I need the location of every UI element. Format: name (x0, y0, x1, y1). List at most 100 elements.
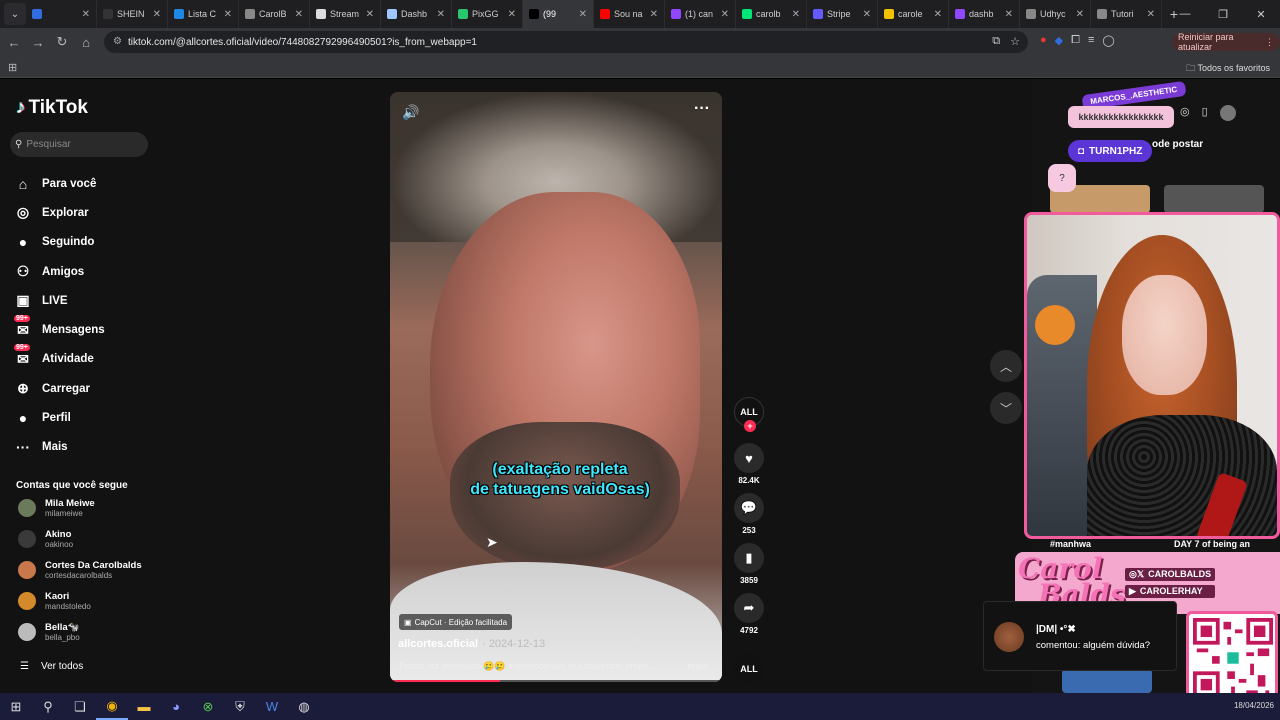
browser-tab[interactable]: Tutori ✕ (1091, 0, 1162, 28)
video-author[interactable]: allcortes.oficial · 2024-12-13 (398, 638, 545, 650)
sidebar-item-home[interactable]: ⌂ Para você (14, 169, 154, 198)
tab-close-icon[interactable]: ✕ (82, 9, 90, 20)
thumbnail-caption-right[interactable]: DAY 7 of being an (1174, 539, 1250, 549)
browser-tab[interactable]: CarolB ✕ (239, 0, 310, 28)
sidebar-item-friends[interactable]: ⚇ Amigos (14, 257, 154, 286)
volume-icon[interactable]: 🔊 (402, 104, 419, 121)
tab-close-icon[interactable]: ✕ (934, 9, 942, 20)
user-avatar-icon[interactable] (1219, 105, 1236, 121)
following-account[interactable]: Akino oakinoo (18, 524, 158, 554)
apps-grid-icon[interactable]: ⊞ (8, 61, 17, 74)
browser-tab[interactable]: Lista C ✕ (168, 0, 239, 28)
file-explorer-icon[interactable]: ▬ (128, 693, 160, 720)
site-info-icon[interactable]: ⚙ (113, 36, 122, 47)
see-all-button[interactable]: ☰ Ver todos (20, 661, 83, 672)
tab-search-button[interactable]: ⌄ (4, 3, 26, 25)
sidebar-item-profile[interactable]: ● Perfil (14, 403, 154, 432)
sidebar-item-upload[interactable]: ⊕ Carregar (14, 374, 154, 403)
video-player[interactable]: (exaltação repleta de tatuagens vaidOsas… (390, 92, 722, 682)
following-account[interactable]: Bella🐄 bella_pbo (18, 617, 158, 647)
extensions-puzzle-icon[interactable]: ⧠ (1071, 34, 1080, 47)
video-progress-bar[interactable] (390, 680, 722, 682)
sidebar-item-compass[interactable]: ◎ Explorar (14, 198, 154, 227)
home-icon[interactable]: ⌂ (74, 35, 98, 50)
bookmark-star-icon[interactable]: ☆ (1010, 35, 1020, 48)
following-account[interactable]: Kaori mandstoledo (18, 586, 158, 616)
phone-icon[interactable]: ▯ (1202, 105, 1208, 121)
tab-close-icon[interactable]: ✕ (650, 9, 658, 20)
chrome-icon[interactable]: ◉ (96, 693, 128, 720)
tab-close-icon[interactable]: ✕ (1147, 9, 1155, 20)
tab-close-icon[interactable]: ✕ (295, 9, 303, 20)
video-more-icon[interactable]: ··· (694, 100, 710, 118)
browser-tab[interactable]: carolb ✕ (736, 0, 807, 28)
music-disc[interactable]: ALL (734, 654, 764, 684)
sidebar-item-activity[interactable]: ✉ 99+ Atividade (14, 344, 154, 374)
browser-tab[interactable]: dashb ✕ (949, 0, 1020, 28)
reload-icon[interactable]: ↻ (50, 34, 74, 50)
xbox-icon[interactable]: ⊗ (192, 693, 224, 720)
tab-close-icon[interactable]: ✕ (508, 9, 516, 20)
browser-tab[interactable]: (1) can ✕ (665, 0, 736, 28)
browser-tab[interactable]: Stream ✕ (310, 0, 381, 28)
follow-plus-icon[interactable]: + (744, 420, 756, 432)
minimize-icon[interactable]: — (1166, 0, 1204, 28)
tab-close-icon[interactable]: ✕ (1005, 9, 1013, 20)
thumbnail[interactable] (1164, 185, 1264, 213)
all-bookmarks-button[interactable]: 🗀 Todos os favoritos (1186, 61, 1270, 77)
capcut-badge[interactable]: ▣ CapCut · Edição facilitada (399, 614, 513, 630)
profile-icon[interactable]: ◯ (1102, 34, 1114, 47)
url-field[interactable]: ⚙ tiktok.com/@allcortes.oficial/video/74… (104, 31, 1028, 53)
sidebar-item-following[interactable]: ● Seguindo (14, 228, 154, 257)
tab-close-icon[interactable]: ✕ (153, 9, 161, 20)
obs-icon[interactable]: ◍ (288, 693, 320, 720)
tab-close-icon[interactable]: ✕ (721, 9, 729, 20)
following-account[interactable]: Cortes Da Carolbalds cortesdacarolbalds (18, 555, 158, 585)
following-account[interactable]: Mila Meiwe milameiwe (18, 493, 158, 523)
word-icon[interactable]: W (256, 693, 288, 720)
browser-tab[interactable]: Stripe ✕ (807, 0, 878, 28)
thumbnail-caption-left[interactable]: #manhwa (1050, 539, 1091, 549)
tab-close-icon[interactable]: ✕ (1076, 9, 1084, 20)
share-button[interactable]: ➦ (734, 593, 764, 623)
browser-tab[interactable]: (99 ✕ (523, 0, 594, 28)
extension-red-icon[interactable]: ● (1040, 34, 1047, 47)
install-app-icon[interactable]: ⧉ (992, 35, 1000, 48)
tab-close-icon[interactable]: ✕ (792, 9, 800, 20)
start-icon[interactable]: ⊞ (0, 693, 32, 720)
security-icon[interactable]: ⛨ (224, 693, 256, 720)
browser-tab[interactable]: carole ✕ (878, 0, 949, 28)
media-control-icon[interactable]: ≡ (1088, 34, 1094, 47)
tab-close-icon[interactable]: ✕ (863, 9, 871, 20)
thumbnail[interactable] (1062, 669, 1152, 693)
task-view-icon[interactable]: ❏ (64, 693, 96, 720)
search-icon[interactable]: ⚲ (32, 693, 64, 720)
sidebar-item-live[interactable]: ▣ LIVE (14, 286, 154, 315)
discord-icon[interactable]: ◕ (160, 693, 192, 720)
browser-tab[interactable]: ✕ (26, 0, 97, 28)
tab-close-icon[interactable]: ✕ (579, 9, 587, 20)
browser-tab[interactable]: PixGG ✕ (452, 0, 523, 28)
sidebar-item-more[interactable]: ··· Mais (14, 433, 154, 462)
browser-tab[interactable]: Udhyc ✕ (1020, 0, 1091, 28)
restore-icon[interactable]: ❐ (1204, 0, 1242, 28)
extension-blue-icon[interactable]: ◆ (1055, 34, 1063, 47)
sidebar-item-messages[interactable]: ✉ 99+ Mensagens (14, 315, 154, 344)
restart-to-update-button[interactable]: Reiniciar para atualizar ⋮ (1172, 32, 1280, 52)
back-icon[interactable]: ← (2, 35, 26, 50)
tab-close-icon[interactable]: ✕ (224, 9, 232, 20)
browser-tab[interactable]: Dashb ✕ (381, 0, 452, 28)
creator-avatar[interactable]: ALL + (734, 397, 764, 432)
forward-icon[interactable]: → (26, 35, 50, 50)
browser-tab[interactable]: SHEIN ✕ (97, 0, 168, 28)
search-input[interactable]: ⚲ Pesquisar (10, 132, 148, 157)
next-video-button[interactable]: ﹀ (990, 392, 1022, 424)
tab-close-icon[interactable]: ✕ (437, 9, 445, 20)
tiktok-logo[interactable]: ♪ TikTok (16, 97, 88, 119)
close-window-icon[interactable]: ✕ (1242, 0, 1280, 28)
cast-icon[interactable]: ◎ (1180, 105, 1190, 121)
previous-video-button[interactable]: ︿ (990, 350, 1022, 382)
like-button[interactable]: ♥ (734, 443, 764, 473)
tab-close-icon[interactable]: ✕ (366, 9, 374, 20)
browser-tab[interactable]: Sou na ✕ (594, 0, 665, 28)
